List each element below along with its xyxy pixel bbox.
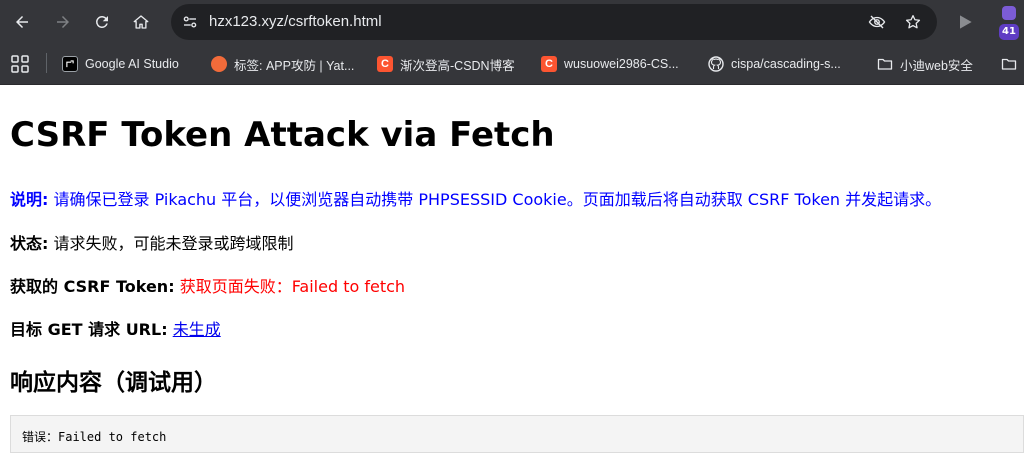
address-bar[interactable]: hzx123.xyz/csrftoken.html: [171, 4, 937, 40]
token-line: 获取的 CSRF Token: 获取页面失败：Failed to fetch: [10, 273, 405, 297]
bookmark-label: cispa/cascading-s...: [731, 57, 841, 71]
site-settings-icon[interactable]: [181, 13, 199, 31]
folder-icon: [877, 56, 893, 72]
note-text: 请确保已登录 Pikachu 平台，以便浏览器自动携带 PHPSESSID Co…: [53, 190, 942, 209]
orange-circle-icon: [211, 56, 227, 72]
browser-toolbar: hzx123.xyz/csrftoken.html 41: [0, 0, 1024, 44]
extension-badge[interactable]: 41: [999, 24, 1019, 40]
response-text: 错误：Failed to fetch: [22, 430, 167, 444]
bookmark-wusuowei[interactable]: C wusuowei2986-CS...: [541, 53, 679, 75]
folder-icon: [1001, 56, 1017, 72]
bookmark-label: 标签: APP攻防 | Yat...: [234, 58, 355, 73]
back-button[interactable]: [10, 10, 34, 34]
github-icon: [708, 56, 724, 72]
arrow-left-icon: [16, 16, 28, 28]
google-ai-studio-icon: [62, 56, 78, 72]
apps-grid-icon[interactable]: [11, 55, 29, 73]
csdn-icon: C: [377, 56, 393, 72]
response-box: 错误：Failed to fetch: [10, 415, 1024, 453]
status-label: 状态:: [10, 234, 49, 253]
response-heading: 响应内容（调试用）: [10, 370, 217, 396]
page-title: CSRF Token Attack via Fetch: [10, 115, 555, 155]
forward-button[interactable]: [51, 10, 75, 34]
bookmark-google-ai-studio[interactable]: Google AI Studio: [62, 53, 179, 75]
note-label: 说明:: [10, 190, 49, 209]
arrow-right-icon: [57, 16, 69, 28]
bookmarks-divider: [46, 53, 47, 73]
bookmark-label: wusuowei2986-CS...: [564, 57, 679, 71]
bookmark-folder-more[interactable]: [1001, 53, 1017, 75]
home-button[interactable]: [129, 10, 153, 34]
token-value: 获取页面失败：Failed to fetch: [179, 277, 406, 296]
token-label: 获取的 CSRF Token:: [10, 277, 175, 296]
home-icon: [133, 15, 149, 29]
note-line: 说明: 请确保已登录 Pikachu 平台，以便浏览器自动携带 PHPSESSI…: [10, 186, 941, 210]
bookmark-label: Google AI Studio: [85, 57, 179, 71]
target-url-link[interactable]: 未生成: [173, 320, 221, 339]
target-url-line: 目标 GET 请求 URL: 未生成: [10, 316, 221, 340]
eye-off-icon[interactable]: [868, 13, 886, 31]
status-line: 状态: 请求失败，可能未登录或跨域限制: [10, 230, 294, 254]
reload-button[interactable]: [90, 10, 114, 34]
csdn-icon: C: [541, 56, 557, 72]
bookmark-csdn-blog[interactable]: C 渐次登高-CSDN博客: [377, 53, 515, 75]
url-text[interactable]: hzx123.xyz/csrftoken.html: [209, 13, 382, 31]
bookmark-label: 渐次登高-CSDN博客: [400, 58, 515, 73]
reload-icon: [96, 16, 108, 28]
extension-icon[interactable]: [1002, 6, 1016, 20]
play-extension-icon[interactable]: [955, 12, 975, 32]
bookmark-folder-xiaodi[interactable]: 小迪web安全: [877, 53, 973, 75]
target-url-label: 目标 GET 请求 URL:: [10, 320, 168, 339]
bookmark-label: 小迪web安全: [900, 58, 973, 73]
star-icon[interactable]: [904, 13, 922, 31]
status-text: 请求失败，可能未登录或跨域限制: [53, 234, 294, 253]
bookmark-app-attack[interactable]: 标签: APP攻防 | Yat...: [211, 53, 354, 75]
bookmark-cispa[interactable]: cispa/cascading-s...: [708, 53, 841, 75]
